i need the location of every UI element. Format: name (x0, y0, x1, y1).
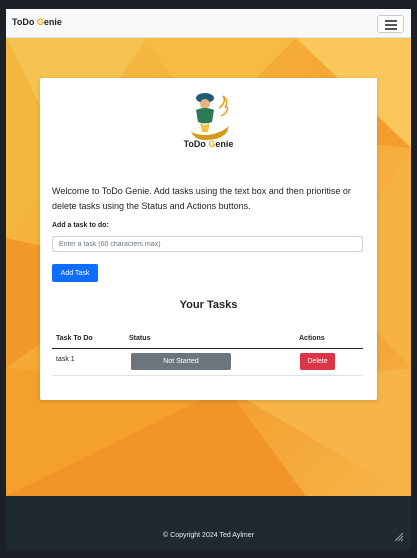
task-input-label: Add a task to do: (52, 222, 109, 229)
column-header-status: Status (129, 335, 151, 342)
brand-link[interactable]: ToDo Genie (12, 17, 62, 27)
logo-title: ToDo Genie (40, 139, 377, 149)
add-task-button[interactable]: Add Task (52, 264, 98, 282)
task-input[interactable] (52, 236, 363, 252)
intro-text: Welcome to ToDo Genie. Add tasks using t… (52, 186, 351, 211)
footer: © Copyright 2024 Ted Aylmer (6, 496, 411, 550)
delete-button[interactable]: Delete (300, 353, 335, 370)
brand-suffix: enie (43, 17, 62, 27)
task-name: task 1 (56, 356, 75, 363)
table-row-divider (52, 375, 363, 376)
hamburger-icon (385, 20, 397, 22)
resize-grip-icon[interactable] (392, 530, 404, 542)
column-header-task: Task To Do (56, 335, 93, 342)
app-frame: ToDo Genie ToDo Genie Welcome to ToDo Ge… (6, 9, 411, 550)
navbar-toggle-button[interactable] (377, 15, 404, 33)
navbar: ToDo Genie (6, 9, 411, 38)
logo-prefix: ToDo (183, 139, 209, 149)
column-header-actions: Actions (299, 335, 325, 342)
todo-card: ToDo Genie Welcome to ToDo Genie. Add ta… (40, 78, 377, 400)
brand-prefix: ToDo (12, 17, 37, 27)
hero-background: ToDo Genie Welcome to ToDo Genie. Add ta… (6, 38, 411, 496)
status-button[interactable]: Not Started (131, 353, 231, 370)
hamburger-icon-line (385, 28, 397, 30)
genie-lamp-icon (181, 88, 237, 144)
hamburger-icon-line (385, 24, 397, 26)
logo-suffix: enie (215, 139, 234, 149)
table-header-divider (52, 348, 363, 349)
brand-accent: G (36, 17, 44, 27)
your-tasks-heading: Your Tasks (179, 299, 238, 311)
copyright-text: © Copyright 2024 Ted Aylmer (163, 532, 254, 539)
